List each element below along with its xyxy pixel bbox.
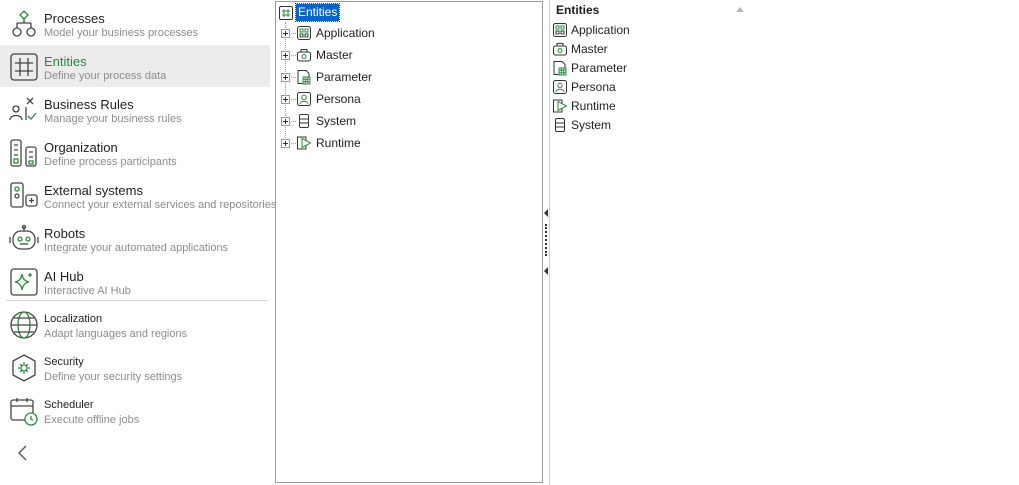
parameter-icon	[296, 69, 312, 85]
entities-grid-icon	[278, 5, 294, 21]
collapse-left-arrow-icon[interactable]	[544, 267, 548, 275]
tree-node-label[interactable]: Application	[316, 26, 375, 40]
tree-node-label[interactable]: Persona	[316, 92, 361, 106]
application-icon	[552, 22, 568, 38]
tree-root-label[interactable]: Entities	[294, 3, 341, 22]
nav-item-robots[interactable]: Robots Integrate your automated applicat…	[0, 217, 270, 259]
nav-title: Scheduler	[44, 399, 94, 411]
list-item-master[interactable]: Master	[552, 40, 1018, 59]
sidebar-nav: Processes Model your business processes …	[0, 0, 276, 485]
nav-item-organization[interactable]: Organization Define process participants	[0, 131, 270, 173]
collapse-sidebar-button[interactable]	[14, 443, 32, 463]
external-systems-icon	[8, 180, 40, 212]
nav-description: Integrate your automated applications	[44, 242, 229, 254]
nav-item-localization[interactable]: Localization Adapt languages and regions	[0, 303, 270, 345]
column-header-label[interactable]: Entities	[556, 3, 599, 17]
list-item-label: Persona	[571, 80, 616, 94]
expand-toggle[interactable]	[281, 73, 290, 82]
nav-title: External systems	[44, 183, 143, 198]
tree-node-label[interactable]: Runtime	[316, 136, 361, 150]
business-rules-icon	[8, 94, 40, 126]
nav-title: Entities	[44, 54, 87, 69]
list-item-label: Runtime	[571, 99, 616, 113]
nav-description: Execute offline jobs	[44, 414, 140, 426]
nav-title: Localization	[44, 313, 103, 325]
persona-icon	[552, 79, 568, 95]
parameter-icon	[552, 60, 568, 76]
list-item-label: Application	[571, 23, 630, 37]
nav-description: Define your security settings	[44, 371, 183, 383]
collapse-left-arrow-icon[interactable]	[544, 209, 548, 217]
nav-item-entities[interactable]: Entities Define your process data	[0, 45, 270, 87]
organization-icon	[8, 137, 40, 169]
list-item-system[interactable]: System	[552, 116, 1018, 135]
nav-item-security[interactable]: Security Define your security settings	[0, 346, 270, 388]
runtime-icon	[552, 98, 568, 114]
nav-title: Processes	[44, 11, 105, 26]
nav-description: Manage your business rules	[44, 113, 182, 125]
sort-ascending-icon	[736, 7, 744, 12]
list-item-application[interactable]: Application	[552, 21, 1018, 40]
list-item-persona[interactable]: Persona	[552, 78, 1018, 97]
nav-item-processes[interactable]: Processes Model your business processes	[0, 2, 270, 44]
expand-toggle[interactable]	[281, 29, 290, 38]
entities-grid-icon	[8, 51, 40, 83]
expand-toggle[interactable]	[281, 95, 290, 104]
system-icon	[296, 113, 312, 129]
splitter-grip-icon[interactable]	[545, 224, 547, 256]
nav-title: Robots	[44, 226, 86, 241]
globe-icon	[8, 309, 40, 341]
ai-sparkle-icon	[8, 266, 40, 298]
list-column-header[interactable]: Entities	[550, 0, 1019, 20]
entities-tree[interactable]: Entities Application Master Parameter Pe…	[275, 1, 543, 483]
nav-description: Define your process data	[44, 70, 167, 82]
system-icon	[552, 117, 568, 133]
nav-item-ai-hub[interactable]: AI Hub Interactive AI Hub	[0, 260, 270, 302]
master-icon	[296, 47, 312, 63]
security-gear-icon	[8, 352, 40, 384]
nav-title: Business Rules	[44, 97, 134, 112]
calendar-clock-icon	[8, 395, 40, 427]
list-item-label: Master	[571, 42, 608, 56]
nav-description: Adapt languages and regions	[44, 328, 188, 340]
list-item-parameter[interactable]: Parameter	[552, 59, 1018, 78]
nav-description: Model your business processes	[44, 27, 199, 39]
nav-item-external-systems[interactable]: External systems Connect your external s…	[0, 174, 276, 216]
nav-description: Define process participants	[44, 156, 177, 168]
tree-node-label[interactable]: Master	[316, 48, 353, 62]
robot-icon	[8, 223, 40, 255]
list-item-runtime[interactable]: Runtime	[552, 97, 1018, 116]
nav-title: AI Hub	[44, 269, 84, 284]
master-icon	[552, 41, 568, 57]
entities-list-view[interactable]: Entities Application Master Parameter Pe…	[549, 0, 1019, 485]
tree-node-label[interactable]: Parameter	[316, 70, 372, 84]
list-item-label: System	[571, 118, 612, 132]
nav-description: Connect your external services and repos…	[44, 199, 277, 211]
chevron-left-icon	[18, 445, 27, 461]
tree-node-label[interactable]: System	[316, 114, 356, 128]
sidebar-divider	[6, 300, 267, 301]
runtime-icon	[296, 135, 312, 151]
nav-item-business-rules[interactable]: Business Rules Manage your business rule…	[0, 88, 270, 130]
expand-toggle[interactable]	[281, 51, 290, 60]
persona-icon	[296, 91, 312, 107]
process-flow-icon	[8, 8, 40, 40]
nav-description: Interactive AI Hub	[44, 285, 131, 297]
application-icon	[296, 25, 312, 41]
nav-title: Security	[44, 356, 84, 368]
expand-toggle[interactable]	[281, 139, 290, 148]
nav-item-scheduler[interactable]: Scheduler Execute offline jobs	[0, 389, 270, 431]
list-item-label: Parameter	[571, 61, 628, 75]
expand-toggle[interactable]	[281, 117, 290, 126]
nav-title: Organization	[44, 140, 118, 155]
